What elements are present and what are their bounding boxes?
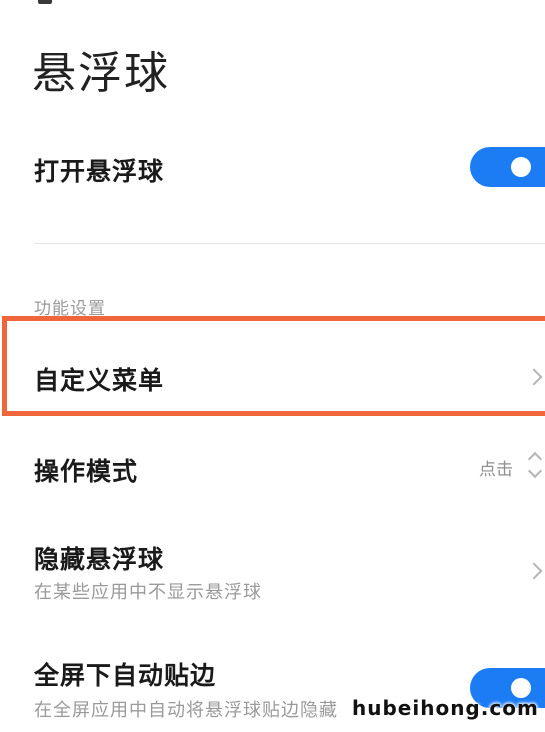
chevron-right-icon <box>525 562 543 580</box>
floating-ball-toggle-row[interactable]: 打开悬浮球 <box>0 140 545 200</box>
hide-floating-ball-row[interactable]: 隐藏悬浮球 在某些应用中不显示悬浮球 <box>0 530 545 610</box>
fullscreen-auto-edge-label: 全屏下自动贴边 <box>34 661 217 690</box>
switch-knob <box>511 157 531 177</box>
highlight-annotation-box <box>2 316 545 416</box>
hide-floating-ball-label: 隐藏悬浮球 <box>34 545 165 574</box>
operation-mode-value: 点击 <box>479 460 513 480</box>
switch-knob <box>511 678 531 698</box>
floating-ball-switch[interactable] <box>470 147 545 187</box>
operation-mode-label: 操作模式 <box>34 457 139 486</box>
fullscreen-auto-edge-subtitle: 在全屏应用中自动将悬浮球贴边隐藏 <box>34 700 338 721</box>
top-edge-fragment <box>38 0 52 4</box>
watermark-text: hubeihong.com <box>352 696 539 720</box>
section-divider <box>34 243 545 244</box>
chevron-up-down-icon[interactable] <box>527 450 543 480</box>
chevron-down-icon <box>527 463 543 479</box>
page-title: 悬浮球 <box>32 48 170 99</box>
hide-floating-ball-subtitle: 在某些应用中不显示悬浮球 <box>34 582 262 603</box>
floating-ball-toggle-label: 打开悬浮球 <box>34 157 165 186</box>
operation-mode-row[interactable]: 操作模式 点击 <box>0 440 545 500</box>
